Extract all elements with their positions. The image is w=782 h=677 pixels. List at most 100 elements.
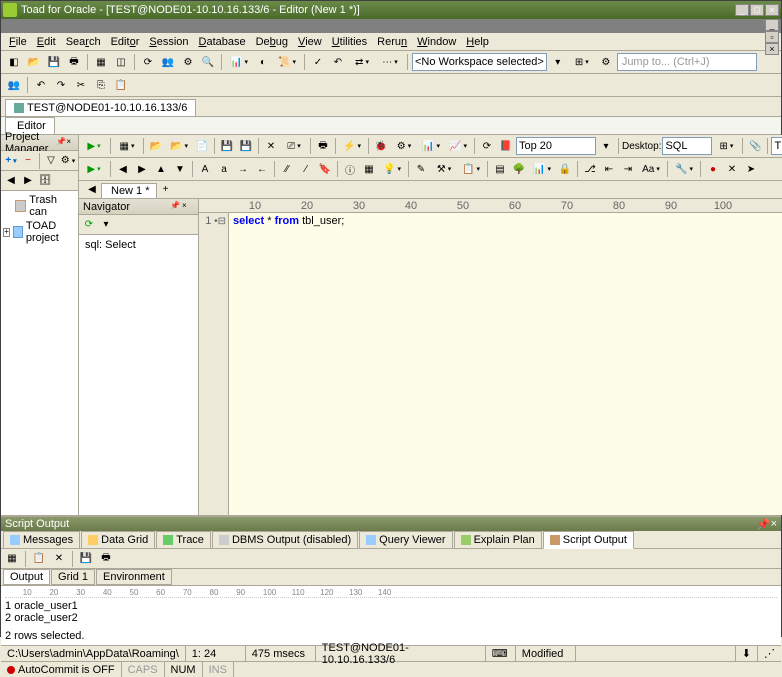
analyze-button[interactable]: 📊 [418, 137, 444, 155]
menu-editor[interactable]: Editor [107, 34, 144, 50]
profiler-button[interactable]: 📊 [226, 53, 252, 71]
mdi-minimize-button[interactable]: _ [765, 19, 779, 31]
new-connection-button[interactable]: ◧ [5, 53, 23, 71]
menu-rerun[interactable]: Rerun [373, 34, 411, 50]
output-clear-button[interactable]: ✕ [50, 550, 68, 568]
stop-button[interactable]: ● [704, 160, 722, 178]
options-button[interactable]: ⚙ [60, 153, 76, 169]
cancel-button[interactable]: ✕ [723, 160, 741, 178]
append-button[interactable]: 📄 [193, 137, 211, 155]
nav-pin-button[interactable]: 📌 [170, 201, 182, 213]
format-button[interactable]: ⎚ [281, 137, 307, 155]
outdent-block-button[interactable]: ⇤ [600, 160, 618, 178]
tab-prev-button[interactable]: ◀ [83, 180, 101, 198]
book-icon[interactable]: 📕 [497, 137, 515, 155]
editor-button[interactable]: ▦ [92, 53, 110, 71]
tab-trace[interactable]: Trace [156, 531, 211, 549]
top-combo[interactable]: Top 20 [516, 137, 596, 155]
project-tree[interactable]: Trash can + TOAD project [1, 191, 78, 515]
schema-browser-button[interactable]: ◫ [112, 53, 130, 71]
menu-utilities[interactable]: Utilities [328, 34, 371, 50]
menu-database[interactable]: Database [195, 34, 250, 50]
compile-button[interactable]: ⚙ [391, 137, 417, 155]
transaction-button[interactable]: ⇄ [349, 53, 375, 71]
db-button[interactable]: 🗄 [37, 173, 53, 189]
tools-button[interactable]: 🔧 [671, 160, 697, 178]
open-recent-button[interactable]: 📂 [166, 137, 192, 155]
maximize-button[interactable]: □ [750, 4, 764, 16]
menu-help[interactable]: Help [462, 34, 493, 50]
output-disk-button[interactable]: 💾 [77, 550, 95, 568]
clear-button[interactable]: ✕ [262, 137, 280, 155]
teamcoding-button[interactable]: 👥 [5, 76, 23, 94]
cut-button[interactable]: ✂ [72, 76, 90, 94]
tab-query-viewer[interactable]: Query Viewer [359, 531, 452, 549]
optimize-button[interactable]: ⚡ [339, 137, 365, 155]
output-save-button[interactable]: 📋 [30, 550, 48, 568]
nav-close-button[interactable]: × [182, 201, 194, 213]
open-button[interactable]: 📂 [147, 137, 165, 155]
desktop-opts-button[interactable]: ⊞ [713, 137, 739, 155]
workspace-action-button[interactable]: ⊞ [569, 53, 595, 71]
trash-can-node[interactable]: Trash can [3, 193, 76, 219]
subtab-environment[interactable]: Environment [96, 569, 172, 585]
tab-explain-plan[interactable]: Explain Plan [454, 531, 542, 549]
save-file-button[interactable]: 💾 [218, 137, 236, 155]
menu-window[interactable]: Window [413, 34, 460, 50]
config-button[interactable]: ⚙ [597, 53, 615, 71]
mdi-restore-button[interactable]: ▫ [765, 31, 779, 43]
menu-view[interactable]: View [294, 34, 326, 50]
code-text[interactable]: select * from tbl_user; [229, 213, 782, 515]
menu-debug[interactable]: Debug [252, 34, 292, 50]
execute-button[interactable]: ▶ [81, 137, 107, 155]
nav-down-button[interactable]: ▼ [171, 160, 189, 178]
profile-button[interactable]: 📈 [445, 137, 471, 155]
top-dd[interactable]: ▾ [597, 137, 615, 155]
open-file-button[interactable]: 📂 [25, 53, 43, 71]
tab-dbms-output[interactable]: DBMS Output (disabled) [212, 531, 358, 549]
next-button[interactable]: ▶ [20, 173, 36, 189]
refresh-button[interactable]: ⟳ [478, 137, 496, 155]
template-button[interactable]: 📋 [458, 160, 484, 178]
locks-button[interactable]: 🔒 [556, 160, 574, 178]
pin-button[interactable]: 📌 [56, 137, 66, 149]
add-button[interactable]: + [3, 153, 19, 169]
connection-combo[interactable]: TEST [771, 137, 782, 155]
find-button[interactable]: 🔍 [199, 53, 217, 71]
nav-up-button[interactable]: ▲ [152, 160, 170, 178]
close-button[interactable]: × [765, 4, 779, 16]
menu-file[interactable]: FFileile [5, 34, 31, 50]
columns-button[interactable]: ▦ [360, 160, 378, 178]
remove-button[interactable]: − [20, 153, 36, 169]
toad-project-node[interactable]: + TOAD project [3, 219, 76, 245]
subtab-output[interactable]: Output [3, 569, 50, 585]
navigator-item[interactable]: sql: Select [81, 237, 196, 253]
minimize-button[interactable]: _ [735, 4, 749, 16]
uncomment-button[interactable]: ⁄ [297, 160, 315, 178]
case-button[interactable]: Aa [638, 160, 664, 178]
tab-script-output[interactable]: Script Output [543, 531, 634, 549]
tab-messages[interactable]: Messages [3, 531, 80, 549]
bookmark-button[interactable]: 🔖 [316, 160, 334, 178]
rebuild-button[interactable]: ⟳ [139, 53, 157, 71]
menu-search[interactable]: Search [62, 34, 105, 50]
file-tab-new1[interactable]: New 1 * [101, 183, 157, 198]
upper-button[interactable]: A [196, 160, 214, 178]
desktop-combo[interactable]: SQL [662, 137, 712, 155]
explain-button[interactable]: 🌳 [510, 160, 528, 178]
save-as-button[interactable]: 💾 [237, 137, 255, 155]
describe-button[interactable]: ⓘ [341, 160, 359, 178]
nav-fwd-button[interactable]: ▶ [133, 160, 151, 178]
snippets-button[interactable]: 📎 [746, 137, 764, 155]
expand-button[interactable]: + [3, 228, 10, 237]
workspace-combo[interactable]: <No Workspace selected> [412, 53, 547, 71]
navigator-list[interactable]: sql: Select [79, 235, 198, 515]
stats-button[interactable]: 📊 [529, 160, 555, 178]
output-print-button[interactable]: 🖶 [97, 550, 115, 568]
code-insight-button[interactable]: 💡 [379, 160, 405, 178]
menu-edit[interactable]: Edit [33, 34, 60, 50]
save-button[interactable]: 💾 [45, 53, 63, 71]
sql-tracker-button[interactable]: ⚙ [179, 53, 197, 71]
comment-button[interactable]: ⁄⁄ [278, 160, 296, 178]
output-pin-button[interactable]: 📌 [757, 518, 771, 531]
